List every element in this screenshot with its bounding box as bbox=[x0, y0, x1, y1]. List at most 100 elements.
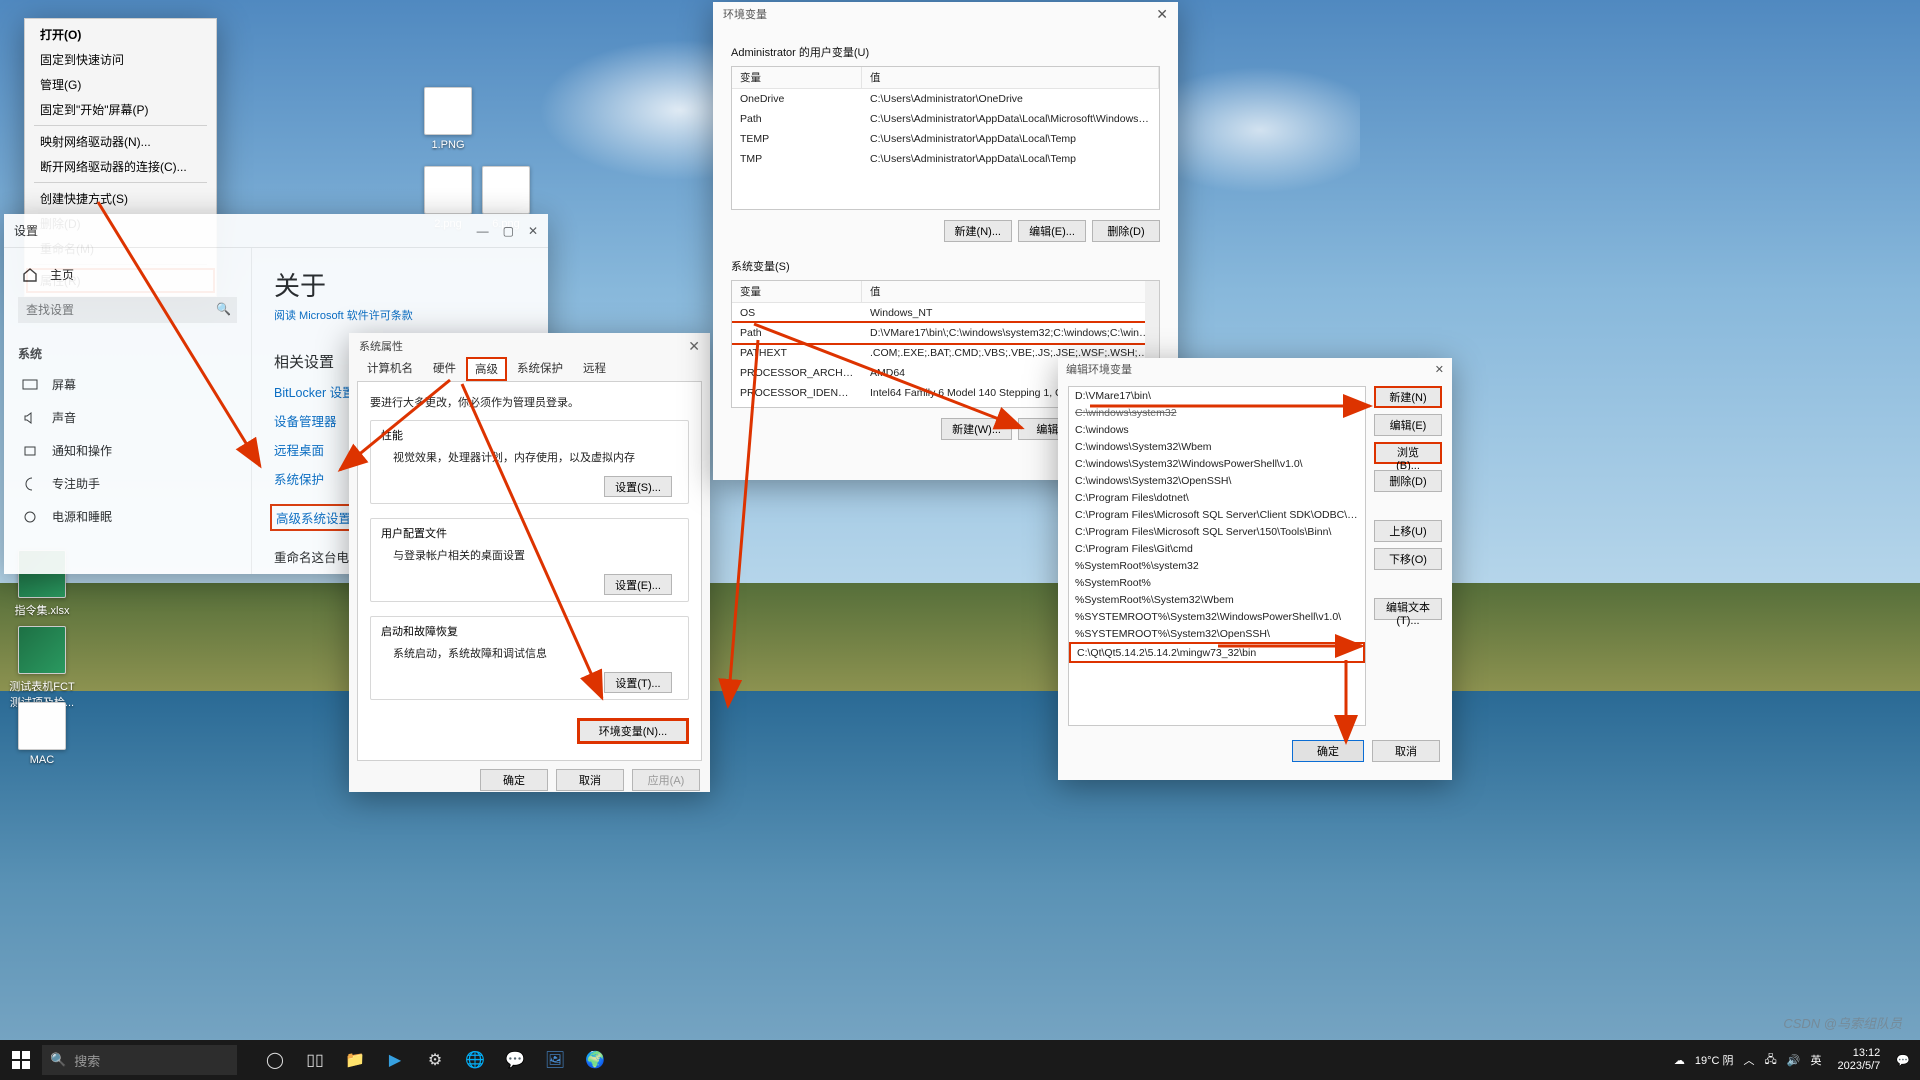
settings-titlebar: 设置 — ▢ ✕ bbox=[4, 214, 548, 248]
close-icon[interactable]: ✕ bbox=[1156, 6, 1168, 23]
link-advanced[interactable]: 高级系统设置 bbox=[270, 504, 357, 531]
user-delete-button[interactable]: 删除(D) bbox=[1092, 220, 1160, 242]
table-row[interactable]: PathD:\VMare17\bin\;C:\windows\system32;… bbox=[731, 321, 1160, 345]
user-new-button[interactable]: 新建(N)... bbox=[944, 220, 1012, 242]
list-item[interactable]: C:\windows\System32\Wbem bbox=[1069, 438, 1365, 455]
settings-icon[interactable]: ⚙ bbox=[415, 1040, 455, 1080]
chrome-icon[interactable]: 🌐 bbox=[455, 1040, 495, 1080]
list-item[interactable]: C:\Program Files\Microsoft SQL Server\15… bbox=[1069, 523, 1365, 540]
table-row[interactable]: OSWindows_NT bbox=[732, 303, 1159, 323]
volume-icon[interactable]: 🔊 bbox=[1787, 1054, 1801, 1067]
table-row[interactable]: TEMPC:\Users\Administrator\AppData\Local… bbox=[732, 129, 1159, 149]
weather-text[interactable]: 19°C 阴 bbox=[1695, 1052, 1734, 1068]
ctx-create-shortcut[interactable]: 创建快捷方式(S) bbox=[26, 186, 215, 211]
up-button[interactable]: 上移(U) bbox=[1374, 520, 1442, 542]
nav-notifications[interactable]: 通知和操作 bbox=[18, 434, 237, 467]
license-link[interactable]: 阅读 Microsoft 软件许可条款 bbox=[274, 310, 413, 322]
taskbar-search[interactable]: 🔍搜索 bbox=[42, 1045, 237, 1075]
startup-settings-button[interactable]: 设置(T)... bbox=[604, 672, 672, 693]
table-row[interactable]: TMPC:\Users\Administrator\AppData\Local\… bbox=[732, 149, 1159, 169]
tab-remote[interactable]: 远程 bbox=[573, 355, 616, 381]
tab-computer[interactable]: 计算机名 bbox=[357, 355, 423, 381]
user-edit-button[interactable]: 编辑(E)... bbox=[1018, 220, 1086, 242]
list-item[interactable]: %SystemRoot%\system32 bbox=[1069, 557, 1365, 574]
list-item[interactable]: C:\windows\System32\OpenSSH\ bbox=[1069, 472, 1365, 489]
network-icon[interactable]: 🖧 bbox=[1765, 1051, 1777, 1070]
chevron-up-icon[interactable]: ︿ bbox=[1744, 1052, 1755, 1068]
taskview-icon[interactable]: ▯▯ bbox=[295, 1040, 335, 1080]
table-row[interactable]: OneDriveC:\Users\Administrator\OneDrive bbox=[732, 89, 1159, 109]
file-xlsx-2[interactable]: 测试表机FCT 测试项及检... bbox=[8, 626, 76, 710]
ctx-pin-quick[interactable]: 固定到快速访问 bbox=[26, 47, 215, 72]
list-item[interactable]: C:\Program Files\dotnet\ bbox=[1069, 489, 1365, 506]
file-1png[interactable]: 1.PNG bbox=[414, 87, 482, 151]
nav-power[interactable]: 电源和睡眠 bbox=[18, 500, 237, 533]
list-item[interactable]: C:\windows bbox=[1069, 421, 1365, 438]
apply-button[interactable]: 应用(A) bbox=[632, 769, 700, 791]
ok-button[interactable]: 确定 bbox=[480, 769, 548, 791]
list-item[interactable]: C:\windows\System32\WindowsPowerShell\v1… bbox=[1069, 455, 1365, 472]
list-item[interactable]: %SYSTEMROOT%\System32\OpenSSH\ bbox=[1069, 625, 1365, 642]
list-item[interactable]: D:\VMare17\bin\ bbox=[1069, 387, 1365, 404]
browse-button[interactable]: 浏览(B)... bbox=[1374, 442, 1442, 464]
down-button[interactable]: 下移(O) bbox=[1374, 548, 1442, 570]
edit-text-button[interactable]: 编辑文本(T)... bbox=[1374, 598, 1442, 620]
settings-home[interactable]: 主页 bbox=[22, 266, 237, 283]
envvars-title: 环境变量 bbox=[723, 6, 767, 22]
profile-settings-button[interactable]: 设置(E)... bbox=[604, 574, 672, 595]
user-vars-list[interactable]: 变量值 OneDriveC:\Users\Administrator\OneDr… bbox=[731, 66, 1160, 210]
notifications-icon[interactable]: 💬 bbox=[1896, 1054, 1910, 1067]
ime-icon[interactable]: 英 bbox=[1810, 1052, 1821, 1068]
store-icon[interactable]: ▶ bbox=[375, 1040, 415, 1080]
cancel-button[interactable]: 取消 bbox=[1372, 740, 1440, 762]
explorer-icon[interactable]: 📁 bbox=[335, 1040, 375, 1080]
app-icon[interactable]: 🌍 bbox=[575, 1040, 615, 1080]
minimize-icon[interactable]: — bbox=[477, 224, 489, 238]
ctx-open[interactable]: 打开(O) bbox=[26, 22, 215, 47]
wechat-icon[interactable]: 💬 bbox=[495, 1040, 535, 1080]
perf-settings-button[interactable]: 设置(S)... bbox=[604, 476, 672, 497]
ctx-pin-start[interactable]: 固定到"开始"屏幕(P) bbox=[26, 97, 215, 122]
list-item[interactable]: C:\Program Files\Microsoft SQL Server\Cl… bbox=[1069, 506, 1365, 523]
cancel-button[interactable]: 取消 bbox=[556, 769, 624, 791]
ctx-disconnect-drive[interactable]: 断开网络驱动器的连接(C)... bbox=[26, 154, 215, 179]
table-row[interactable]: PathC:\Users\Administrator\AppData\Local… bbox=[732, 109, 1159, 129]
nav-focus[interactable]: 专注助手 bbox=[18, 467, 237, 500]
nav-display[interactable]: 屏幕 bbox=[18, 368, 237, 401]
cortana-icon[interactable]: ◯ bbox=[255, 1040, 295, 1080]
env-vars-button[interactable]: 环境变量(N)... bbox=[577, 718, 689, 744]
list-item[interactable]: %SystemRoot% bbox=[1069, 574, 1365, 591]
admin-note: 要进行大多更改，你必须作为管理员登录。 bbox=[370, 394, 689, 410]
close-icon[interactable]: ✕ bbox=[1435, 363, 1444, 376]
list-item[interactable]: C:\Qt\Qt5.14.2\5.14.2\mingw73_32\bin bbox=[1069, 642, 1365, 663]
profile-desc: 与登录帐户相关的桌面设置 bbox=[393, 547, 678, 563]
close-icon[interactable]: ✕ bbox=[688, 338, 700, 355]
ok-button[interactable]: 确定 bbox=[1292, 740, 1364, 762]
ctx-manage[interactable]: 管理(G) bbox=[26, 72, 215, 97]
path-list[interactable]: D:\VMare17\bin\C:\windows\system32C:\win… bbox=[1068, 386, 1366, 726]
ctx-map-drive[interactable]: 映射网络驱动器(N)... bbox=[26, 129, 215, 154]
tab-hardware[interactable]: 硬件 bbox=[423, 355, 466, 381]
close-icon[interactable]: ✕ bbox=[528, 224, 538, 238]
delete-button[interactable]: 删除(D) bbox=[1374, 470, 1442, 492]
weather-icon[interactable]: ☁ bbox=[1674, 1054, 1685, 1067]
clock[interactable]: 13:12 2023/5/7 bbox=[1831, 1047, 1886, 1073]
tab-advanced[interactable]: 高级 bbox=[466, 357, 507, 381]
new-button[interactable]: 新建(N) bbox=[1374, 386, 1442, 408]
list-item[interactable]: %SYSTEMROOT%\System32\WindowsPowerShell\… bbox=[1069, 608, 1365, 625]
search-input[interactable] bbox=[18, 297, 237, 323]
start-button[interactable] bbox=[0, 1040, 42, 1080]
watermark: CSDN @乌索组队员 bbox=[1783, 1013, 1902, 1032]
maximize-icon[interactable]: ▢ bbox=[503, 224, 514, 238]
nav-sound[interactable]: 声音 bbox=[18, 401, 237, 434]
list-item[interactable]: %SystemRoot%\System32\Wbem bbox=[1069, 591, 1365, 608]
settings-search[interactable]: 🔍 bbox=[18, 297, 237, 323]
list-item[interactable]: C:\windows\system32 bbox=[1069, 404, 1365, 421]
tab-protect[interactable]: 系统保护 bbox=[507, 355, 573, 381]
edit-button[interactable]: 编辑(E) bbox=[1374, 414, 1442, 436]
file-mac[interactable]: MAC bbox=[8, 702, 76, 766]
sys-new-button[interactable]: 新建(W)... bbox=[941, 418, 1012, 440]
photos-icon[interactable]: 🖼 bbox=[535, 1040, 575, 1080]
list-item[interactable]: C:\Program Files\Git\cmd bbox=[1069, 540, 1365, 557]
sys-vars-label: 系统变量(S) bbox=[731, 258, 1160, 274]
